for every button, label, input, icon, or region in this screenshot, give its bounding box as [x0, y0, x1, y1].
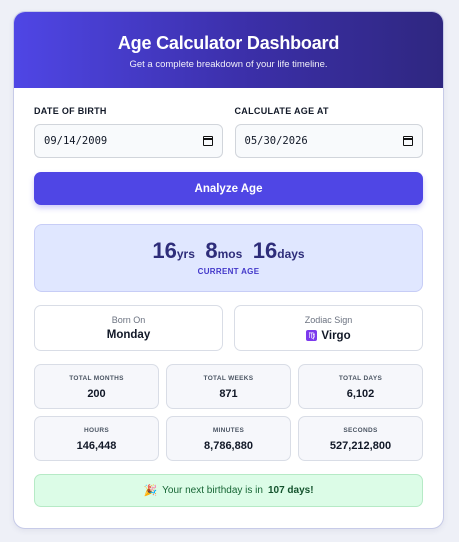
birthday-prefix: Your next birthday is in — [162, 485, 263, 496]
dashboard-card: Age Calculator Dashboard Get a complete … — [13, 11, 444, 529]
stat-label: TOTAL DAYS — [338, 375, 383, 382]
stat-label: MINUTES — [212, 427, 245, 434]
dob-input[interactable]: 09/14/2009 — [34, 124, 223, 158]
stat-label: TOTAL WEEKS — [203, 375, 254, 382]
calendar-icon[interactable] — [403, 136, 413, 146]
zodiac-value-wrap: ♍ Virgo — [306, 329, 351, 342]
stat-seconds: SECONDS 527,212,800 — [298, 416, 423, 461]
born-on-card: Born On Monday — [34, 305, 223, 351]
date-inputs-row: DATE OF BIRTH 09/14/2009 CALCULATE AGE A… — [34, 106, 423, 158]
calc-date-value: 05/30/2026 — [244, 135, 308, 147]
zodiac-label: Zodiac Sign — [304, 315, 353, 325]
dob-field: DATE OF BIRTH 09/14/2009 — [34, 106, 223, 158]
calc-date-field: CALCULATE AGE AT 05/30/2026 — [234, 106, 423, 158]
current-age-panel: 16yrs 8mos 16days CURRENT AGE — [34, 224, 423, 292]
analyze-age-button[interactable]: Analyze Age — [34, 172, 423, 205]
info-row: Born On Monday Zodiac Sign ♍ Virgo — [34, 305, 423, 351]
stat-total-months: TOTAL MONTHS 200 — [34, 364, 159, 409]
stat-value: 200 — [87, 388, 106, 400]
party-popper-icon: 🎉 — [143, 484, 158, 497]
virgo-icon: ♍ — [306, 330, 318, 341]
dob-value: 09/14/2009 — [44, 135, 108, 147]
stat-value: 146,448 — [76, 440, 117, 452]
stat-total-weeks: TOTAL WEEKS 871 — [166, 364, 291, 409]
dob-label: DATE OF BIRTH — [34, 106, 107, 116]
dashboard-body: DATE OF BIRTH 09/14/2009 CALCULATE AGE A… — [14, 88, 443, 507]
calc-date-label: CALCULATE AGE AT — [234, 106, 329, 116]
stat-label: SECONDS — [343, 427, 378, 434]
page-title: Age Calculator Dashboard — [117, 33, 340, 53]
born-on-value: Monday — [106, 329, 151, 341]
born-on-label: Born On — [111, 315, 146, 325]
age-days-unit: days — [277, 247, 305, 261]
stat-value: 6,102 — [346, 388, 375, 400]
age-days: 16 — [252, 238, 278, 263]
age-months: 8 — [205, 238, 218, 263]
calendar-icon[interactable] — [202, 136, 213, 146]
age-breakdown: 16yrs 8mos 16days — [35, 238, 422, 264]
header-banner: Age Calculator Dashboard Get a complete … — [14, 12, 443, 88]
stat-value: 527,212,800 — [329, 440, 392, 452]
stat-value: 871 — [219, 388, 238, 400]
current-age-caption: CURRENT AGE — [197, 267, 260, 276]
page-subtitle: Get a complete breakdown of your life ti… — [129, 59, 328, 70]
birthday-days: 107 days! — [267, 485, 314, 496]
calc-date-input[interactable]: 05/30/2026 — [234, 124, 423, 158]
zodiac-value: Virgo — [321, 329, 351, 342]
stat-label: TOTAL MONTHS — [69, 375, 124, 382]
stat-minutes: MINUTES 8,786,880 — [166, 416, 291, 461]
zodiac-card: Zodiac Sign ♍ Virgo — [234, 305, 423, 351]
stat-hours: HOURS 146,448 — [34, 416, 159, 461]
stats-grid: TOTAL MONTHS 200 TOTAL WEEKS 871 TOTAL D… — [34, 364, 423, 461]
age-years: 16 — [152, 238, 177, 263]
age-months-unit: mos — [217, 247, 243, 261]
age-years-unit: yrs — [176, 247, 195, 261]
next-birthday-banner: 🎉 Your next birthday is in 107 days! — [34, 474, 423, 507]
stat-label: HOURS — [84, 427, 109, 434]
stat-value: 8,786,880 — [204, 440, 253, 452]
stat-total-days: TOTAL DAYS 6,102 — [298, 364, 423, 409]
